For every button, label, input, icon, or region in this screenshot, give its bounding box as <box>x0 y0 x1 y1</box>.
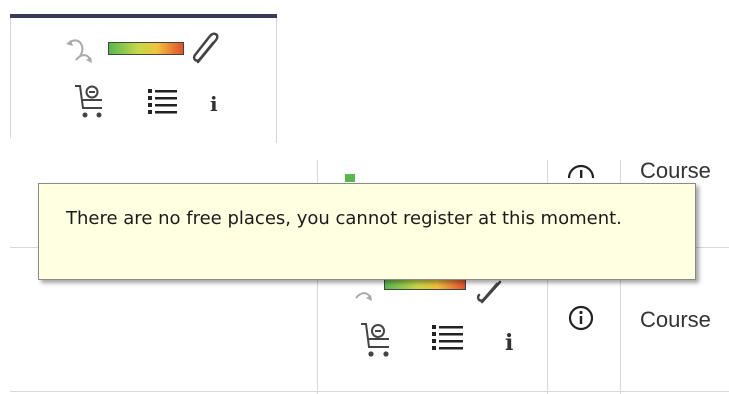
course-label-row-1[interactable]: Course <box>640 158 711 184</box>
small-info-icon[interactable]: i <box>505 330 513 356</box>
info-circle-icon[interactable] <box>566 160 596 180</box>
paperclip-icon[interactable] <box>190 32 224 66</box>
cart-remove-icon[interactable] <box>360 320 394 358</box>
course-label-row-2[interactable]: Course <box>640 307 711 333</box>
panel-right-border <box>276 18 277 143</box>
cart-remove-icon[interactable] <box>74 82 108 118</box>
panel-top-border <box>10 14 277 18</box>
top-action-cell: i <box>60 30 250 130</box>
paperclip-icon[interactable] <box>474 276 508 306</box>
redo-arrow-icon[interactable] <box>64 38 96 64</box>
row-divider-2 <box>10 391 729 392</box>
list-icon[interactable] <box>148 88 178 114</box>
capacity-status-bar <box>108 42 184 55</box>
panel-left-border <box>10 18 11 138</box>
info-circle-icon[interactable] <box>568 305 594 331</box>
no-free-places-tooltip: There are no free places, you cannot reg… <box>38 183 696 280</box>
list-icon[interactable] <box>432 324 464 352</box>
small-info-icon[interactable]: i <box>210 92 218 116</box>
tooltip-text: There are no free places, you cannot reg… <box>66 208 622 229</box>
row-1-status-fragment <box>345 174 355 182</box>
